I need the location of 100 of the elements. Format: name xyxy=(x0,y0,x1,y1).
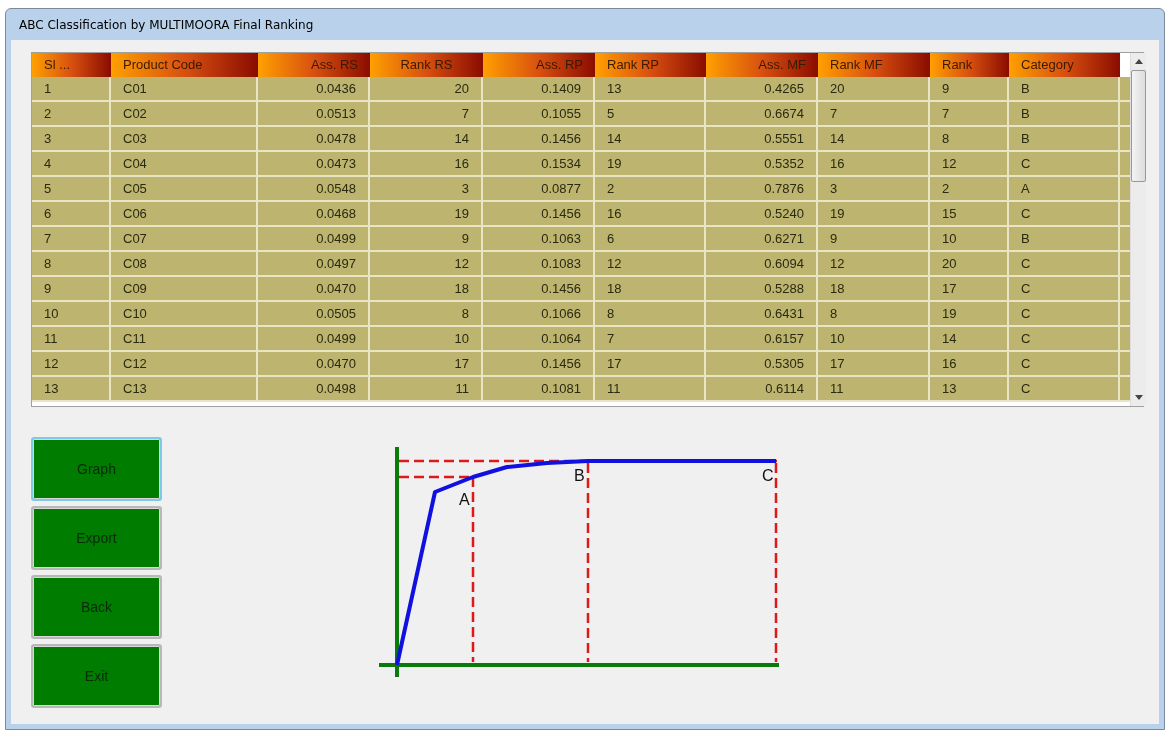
table-cell: C12 xyxy=(111,352,258,377)
table-cell: C xyxy=(1009,202,1120,227)
table-cell: 0.0436 xyxy=(258,77,370,102)
table-cell: 1 xyxy=(32,77,111,102)
table-cell: 0.0499 xyxy=(258,327,370,352)
table-cell: 2 xyxy=(32,102,111,127)
table-cell: 7 xyxy=(595,327,706,352)
table-cell: 20 xyxy=(930,252,1009,277)
table-cell: 12 xyxy=(818,252,930,277)
column-header[interactable]: Rank RS xyxy=(370,53,483,77)
table-cell: 0.1064 xyxy=(483,327,595,352)
table-cell: 0.1083 xyxy=(483,252,595,277)
table-cell: 0.1534 xyxy=(483,152,595,177)
action-button[interactable]: Back xyxy=(31,575,162,639)
column-header[interactable]: Product Code xyxy=(111,53,258,77)
column-header[interactable]: Ass. MF xyxy=(706,53,818,77)
table-cell: 0.1066 xyxy=(483,302,595,327)
table-cell: 12 xyxy=(930,152,1009,177)
table-cell: 17 xyxy=(930,277,1009,302)
table-cell: 14 xyxy=(930,327,1009,352)
table-cell: C10 xyxy=(111,302,258,327)
table-cell: C xyxy=(1009,377,1120,402)
table-cell: 0.0498 xyxy=(258,377,370,402)
table-cell: 10 xyxy=(32,302,111,327)
action-button[interactable]: Graph xyxy=(31,437,162,501)
column-header[interactable]: Rank RP xyxy=(595,53,706,77)
table-cell: 9 xyxy=(32,277,111,302)
table-cell: 0.1409 xyxy=(483,77,595,102)
action-button[interactable]: Export xyxy=(31,506,162,570)
table-cell: 20 xyxy=(370,77,483,102)
table-cell: 0.1456 xyxy=(483,127,595,152)
table-cell: 16 xyxy=(595,202,706,227)
table-cell: 17 xyxy=(370,352,483,377)
scroll-thumb[interactable] xyxy=(1131,70,1146,182)
table-cell: 19 xyxy=(818,202,930,227)
table-cell: 16 xyxy=(818,152,930,177)
action-button[interactable]: Exit xyxy=(31,644,162,708)
table-cell: 7 xyxy=(818,102,930,127)
table-cell: 0.7876 xyxy=(706,177,818,202)
table-cell: C xyxy=(1009,252,1120,277)
table-cell: C11 xyxy=(111,327,258,352)
table-cell: 13 xyxy=(32,377,111,402)
table-cell: 0.5305 xyxy=(706,352,818,377)
table-cell: 10 xyxy=(818,327,930,352)
table-cell: 15 xyxy=(930,202,1009,227)
table-cell: 2 xyxy=(930,177,1009,202)
table-cell: 3 xyxy=(370,177,483,202)
column-header[interactable]: Rank xyxy=(930,53,1009,77)
table-cell: 0.0877 xyxy=(483,177,595,202)
table-cell: 14 xyxy=(595,127,706,152)
table-cell: C xyxy=(1009,352,1120,377)
table-cell: C xyxy=(1009,327,1120,352)
table-cell: 0.0513 xyxy=(258,102,370,127)
table-cell: 19 xyxy=(370,202,483,227)
table-cell: 0.6114 xyxy=(706,377,818,402)
table-cell: C xyxy=(1009,277,1120,302)
scrollbar[interactable] xyxy=(1130,53,1146,406)
table-cell: 0.1063 xyxy=(483,227,595,252)
table-cell: 5 xyxy=(595,102,706,127)
table-cell: 18 xyxy=(595,277,706,302)
column-header[interactable]: Sl ... xyxy=(32,53,111,77)
column-header[interactable]: Rank MF xyxy=(818,53,930,77)
table-cell: 19 xyxy=(930,302,1009,327)
table-cell: 0.0468 xyxy=(258,202,370,227)
table-cell: 5 xyxy=(32,177,111,202)
table-cell: 7 xyxy=(930,102,1009,127)
column-header[interactable]: Category xyxy=(1009,53,1120,77)
table-cell: 18 xyxy=(370,277,483,302)
column-header[interactable]: Ass. RP xyxy=(483,53,595,77)
table-cell: 11 xyxy=(595,377,706,402)
table-cell: 0.5352 xyxy=(706,152,818,177)
table-cell: C08 xyxy=(111,252,258,277)
table-cell: 4 xyxy=(32,152,111,177)
table-cell: 13 xyxy=(595,77,706,102)
table-cell: 0.1055 xyxy=(483,102,595,127)
table-cell: C07 xyxy=(111,227,258,252)
table-cell: 0.0505 xyxy=(258,302,370,327)
table-cell: 3 xyxy=(818,177,930,202)
table-cell: 0.0473 xyxy=(258,152,370,177)
table-cell: 16 xyxy=(930,352,1009,377)
table-cell: 16 xyxy=(370,152,483,177)
column-header[interactable]: Ass. RS xyxy=(258,53,370,77)
point-label: B xyxy=(574,467,585,484)
table-cell: B xyxy=(1009,102,1120,127)
table-cell: 11 xyxy=(370,377,483,402)
table-cell: 11 xyxy=(32,327,111,352)
table-cell: B xyxy=(1009,77,1120,102)
table-cell: 9 xyxy=(370,227,483,252)
table-cell: 14 xyxy=(370,127,483,152)
table-cell: C01 xyxy=(111,77,258,102)
table-cell: C xyxy=(1009,302,1120,327)
table-cell: 0.5240 xyxy=(706,202,818,227)
table-cell: 12 xyxy=(595,252,706,277)
table-cell: 0.5288 xyxy=(706,277,818,302)
table-cell: 18 xyxy=(818,277,930,302)
table-cell: 0.5551 xyxy=(706,127,818,152)
table-cell: 14 xyxy=(818,127,930,152)
table-cell: 8 xyxy=(370,302,483,327)
table-cell: 0.0470 xyxy=(258,352,370,377)
table-cell: 0.6431 xyxy=(706,302,818,327)
